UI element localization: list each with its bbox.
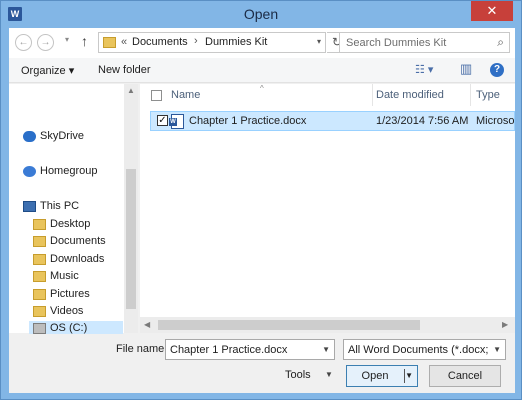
folder-icon [33,219,46,230]
navigation-pane-scrollbar[interactable]: ▲ [124,84,138,333]
address-bar[interactable]: « Documents › Dummies Kit ▾ [98,32,326,53]
row-checkbox-checked[interactable]: ✓ [157,115,168,126]
new-folder-button[interactable]: New folder [98,64,151,76]
navigation-pane: SkyDrive Homegroup This PC Desktop Docum… [9,84,138,338]
forward-button[interactable]: → [37,34,54,51]
close-button[interactable]: ✕ [471,1,513,21]
address-segment-dummies-kit[interactable]: Dummies Kit [205,36,267,48]
chevron-down-icon[interactable]: ▼ [322,345,330,354]
scroll-right-icon[interactable]: ▶ [502,320,508,329]
back-button[interactable]: ← [15,34,32,51]
title-bar: W Open ✕ [1,1,521,28]
dialog-footer: File name: Chapter 1 Practice.docx ▼ All… [9,334,515,393]
music-folder-icon [33,271,46,282]
preview-pane-icon[interactable]: ▥ [460,61,472,77]
nav-item-homegroup[interactable]: Homegroup [23,164,123,181]
navigation-bar: ← → ▾ ↑ « Documents › Dummies Kit ▾ ↻ Se… [9,28,515,58]
search-input[interactable]: Search Dummies Kit [346,37,446,49]
column-divider[interactable] [470,84,471,106]
command-bar: Organize ▾ New folder ☷ ▾ ▥ ? [9,58,515,83]
column-header-type[interactable]: Type [476,89,500,111]
open-label: Open [361,370,389,382]
organize-button[interactable]: Organize ▾ [21,64,74,77]
file-name-field[interactable]: Chapter 1 Practice.docx ▼ [165,339,335,360]
scrollbar-thumb[interactable] [126,169,136,309]
word-document-icon: W [169,114,184,129]
nav-item-music[interactable]: Music [33,269,123,286]
address-dropdown-icon[interactable]: ▾ [317,37,321,46]
nav-item-skydrive[interactable]: SkyDrive [23,129,123,146]
sort-ascending-icon: ^ [260,84,264,93]
tools-button[interactable]: Tools ▼ [285,369,333,381]
open-dialog: W Open ✕ ← → ▾ ↑ « Documents › Dummies K… [0,0,522,400]
file-type-value[interactable]: All Word Documents (*.docx;*.d [348,344,488,356]
folder-icon [33,236,46,247]
file-type: Microsoft [476,115,514,127]
file-date-modified: 1/23/2014 7:56 AM [376,115,469,127]
folder-icon [103,37,116,48]
file-name-value[interactable]: Chapter 1 Practice.docx [170,344,287,356]
computer-icon [23,201,36,212]
homegroup-icon [23,166,36,177]
tools-label: Tools [285,369,311,381]
open-button[interactable]: Open ▼ [346,365,418,387]
nav-item-documents[interactable]: Documents [33,234,123,251]
file-list: ^ Name Date modified Type ✓ W Chapter 1 … [140,84,515,333]
chevron-down-icon[interactable]: ▼ [493,345,501,354]
address-overflow[interactable]: « [121,36,127,48]
folder-icon [33,306,46,317]
recent-locations-dropdown[interactable]: ▾ [65,35,69,44]
column-header-date-modified[interactable]: Date modified [376,89,444,111]
folder-icon [33,254,46,265]
up-one-level-button[interactable]: ↑ [81,33,88,49]
column-divider[interactable] [372,84,373,106]
nav-item-downloads[interactable]: Downloads [33,252,123,269]
open-options-dropdown[interactable]: ▼ [405,366,413,386]
address-segment-documents[interactable]: Documents [132,36,188,48]
nav-item-pictures[interactable]: Pictures [33,287,123,304]
column-header-name[interactable]: Name [171,89,200,111]
change-view-icon[interactable]: ☷ ▾ [415,63,433,76]
file-name-label: File name: [116,343,168,355]
chevron-down-icon: ▼ [325,370,333,379]
cloud-icon [23,131,36,142]
file-row-chapter-1-practice[interactable]: ✓ W Chapter 1 Practice.docx 1/23/2014 7:… [150,111,515,131]
nav-item-videos[interactable]: Videos [33,304,123,321]
search-icon[interactable]: ⌕ [497,35,504,50]
drive-icon [33,323,46,334]
address-separator[interactable]: › [194,35,198,47]
dialog-title: Open [243,6,279,22]
file-type-select[interactable]: All Word Documents (*.docx;*.d ▼ [343,339,506,360]
dialog-body: ← → ▾ ↑ « Documents › Dummies Kit ▾ ↻ Se… [9,28,515,393]
scroll-up-icon[interactable]: ▲ [127,86,135,95]
cancel-button[interactable]: Cancel [429,365,501,387]
scroll-left-icon[interactable]: ◀ [144,320,150,329]
help-icon[interactable]: ? [490,63,504,77]
file-name: Chapter 1 Practice.docx [189,115,307,127]
search-box[interactable]: Search Dummies Kit ⌕ [339,32,510,53]
file-list-horizontal-scrollbar[interactable]: ◀ ▶ [140,317,515,333]
folder-icon [33,289,46,300]
scrollbar-thumb[interactable] [158,320,420,330]
select-all-checkbox[interactable] [151,90,162,101]
nav-item-this-pc[interactable]: This PC [23,199,123,216]
nav-item-desktop[interactable]: Desktop [33,217,123,234]
